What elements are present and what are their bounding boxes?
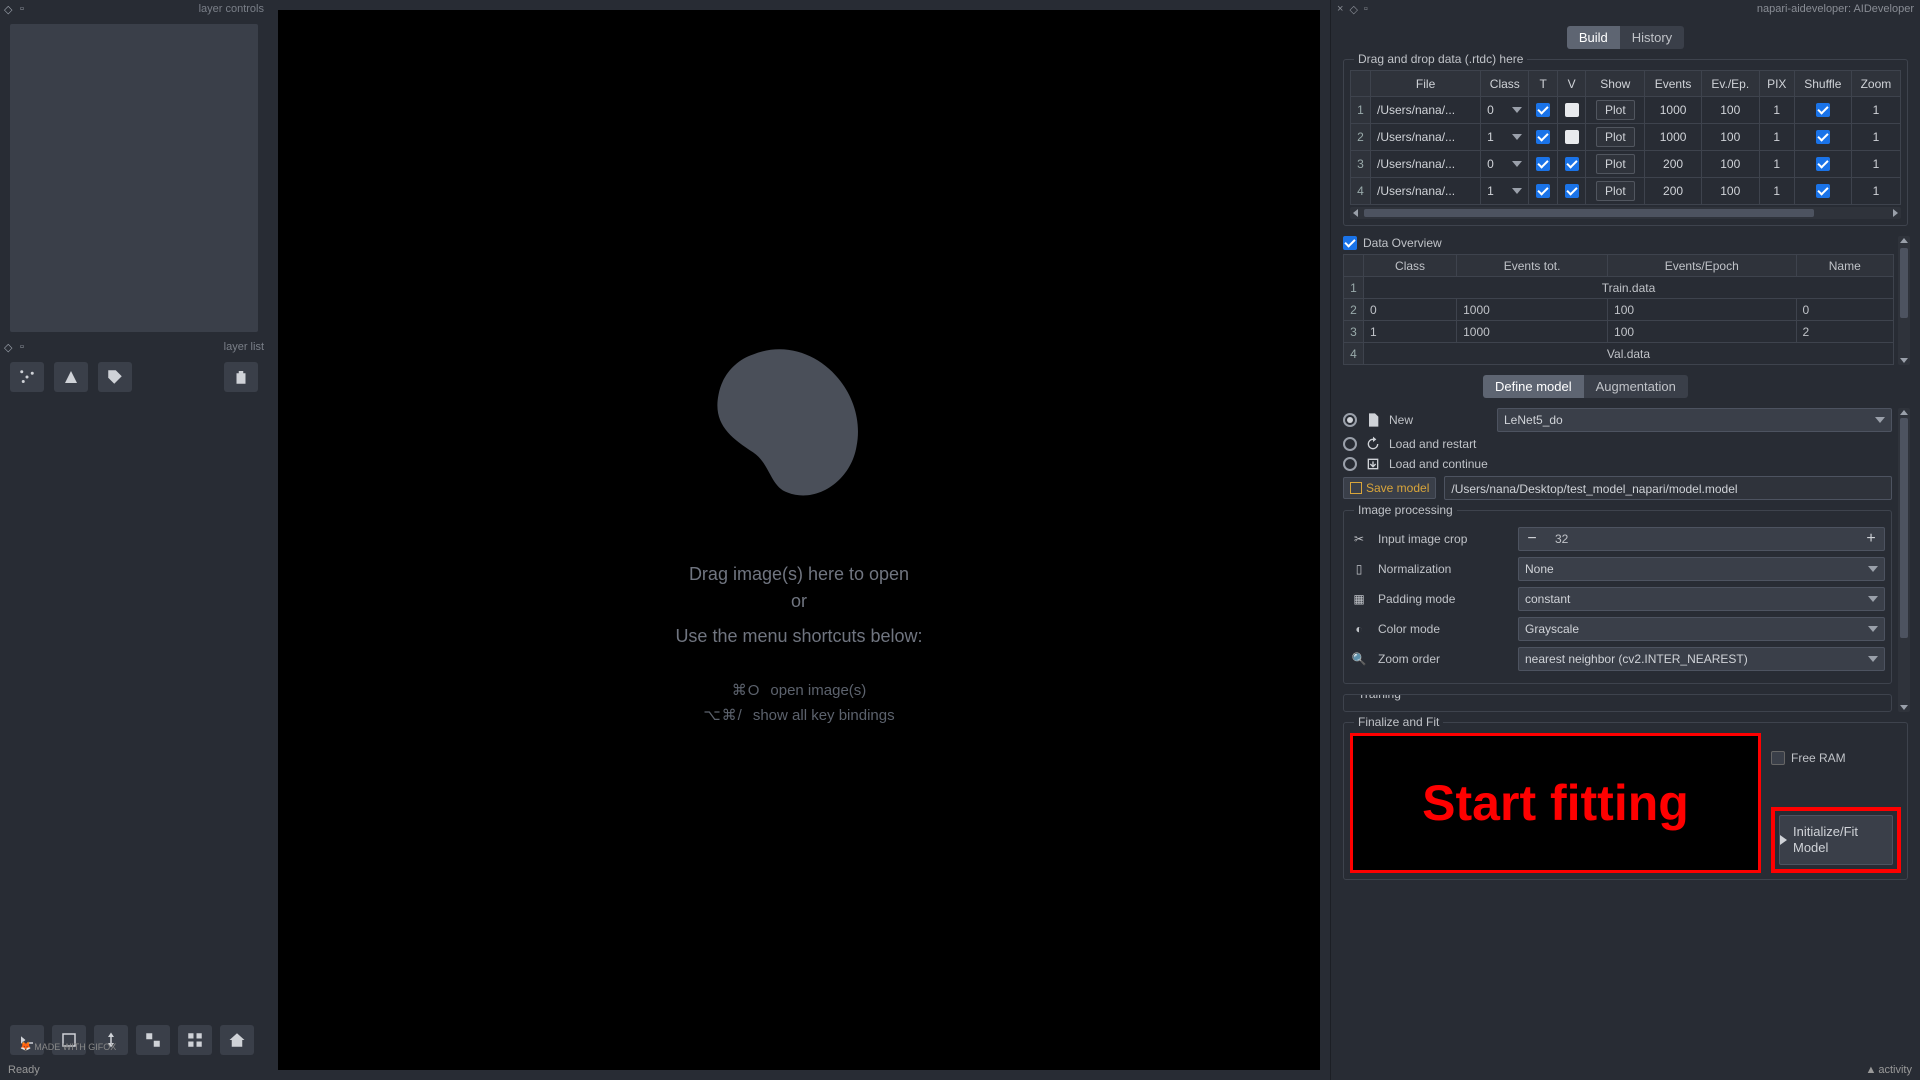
layer-list-titlebar: ◇ ▫ layer list [0, 338, 268, 356]
status-text: Ready [8, 1064, 40, 1076]
normalization-dropdown[interactable]: None [1518, 557, 1885, 581]
plugin-titlebar: × ◇ ▫ napari-aideveloper: AIDeveloper [1331, 0, 1920, 18]
data-files-table[interactable]: FileClassTVShowEventsEv./Ep.PIXShuffleZo… [1350, 70, 1901, 205]
train-checkbox[interactable] [1536, 103, 1550, 117]
data-table-hscrollbar[interactable] [1350, 207, 1901, 219]
group-image-processing: Image processing ✂ Input image crop − 32… [1343, 510, 1892, 684]
layer-list[interactable] [10, 400, 258, 1074]
padding-dropdown[interactable]: constant [1518, 587, 1885, 611]
shuffle-checkbox[interactable] [1816, 103, 1830, 117]
layer-controls-title: layer controls [199, 3, 264, 15]
made-with-gifox: 🦊MADE WITH GIFOX [20, 1041, 116, 1052]
zoom-icon: 🔍 [1350, 652, 1368, 666]
new-labels-button[interactable] [98, 362, 132, 392]
train-checkbox[interactable] [1536, 184, 1550, 198]
new-model-label: New [1389, 413, 1489, 427]
radio-load-restart[interactable] [1343, 437, 1357, 451]
valid-checkbox[interactable] [1565, 184, 1579, 198]
table-row[interactable]: 2 /Users/nana/... 1 Plot 10001001 1 [1351, 124, 1901, 151]
valid-checkbox[interactable] [1565, 103, 1579, 117]
zoomorder-dropdown[interactable]: nearest neighbor (cv2.INTER_NEAREST) [1518, 647, 1885, 671]
radio-new-model[interactable] [1343, 413, 1357, 427]
data-overview-label: Data Overview [1363, 236, 1442, 250]
table-row[interactable]: 3 /Users/nana/... 0 Plot 2001001 1 [1351, 151, 1901, 178]
free-ram-label: Free RAM [1791, 751, 1846, 765]
model-arch-dropdown[interactable]: LeNet5_do [1497, 408, 1892, 432]
shuffle-checkbox[interactable] [1816, 157, 1830, 171]
napari-logo [684, 320, 914, 550]
home-button[interactable] [220, 1025, 254, 1055]
start-fitting-annotation: Start fitting [1350, 733, 1761, 873]
reload-icon [1365, 436, 1381, 452]
crop-minus-button[interactable]: − [1519, 529, 1545, 549]
layer-controls-body [10, 24, 258, 332]
group-training: Training [1343, 694, 1892, 712]
valid-checkbox[interactable] [1565, 130, 1579, 144]
table-row[interactable]: 1 /Users/nana/... 0 Plot 10001001 1 [1351, 97, 1901, 124]
canvas-placeholder-text: Drag image(s) here to open or Use the me… [675, 561, 922, 729]
shuffle-checkbox[interactable] [1816, 184, 1830, 198]
radio-load-continue[interactable] [1343, 457, 1357, 471]
grid-button[interactable] [178, 1025, 212, 1055]
train-checkbox[interactable] [1536, 157, 1550, 171]
new-shapes-button[interactable] [54, 362, 88, 392]
tab-augmentation[interactable]: Augmentation [1584, 375, 1688, 398]
table-row[interactable]: 4 /Users/nana/... 1 Plot 2001001 1 [1351, 178, 1901, 205]
padding-icon: ▦ [1350, 592, 1368, 606]
train-checkbox[interactable] [1536, 130, 1550, 144]
expand-icon[interactable]: ▫ [20, 3, 32, 15]
save-model-button[interactable]: Save model [1343, 477, 1436, 499]
group-finalize-fit: Finalize and Fit Start fitting Free RAM [1343, 722, 1908, 880]
data-overview-table[interactable]: ClassEvents tot.Events/EpochName 1Train.… [1343, 254, 1894, 365]
activity-button[interactable]: ▲activity [1865, 1064, 1912, 1076]
plot-button[interactable]: Plot [1596, 127, 1635, 147]
colormode-dropdown[interactable]: Grayscale [1518, 617, 1885, 641]
crop-icon: ✂ [1350, 532, 1368, 546]
new-points-button[interactable] [10, 362, 44, 392]
detach-icon[interactable]: ◇ [4, 341, 16, 353]
plugin-title: napari-aideveloper: AIDeveloper [1757, 3, 1914, 15]
transpose-button[interactable] [136, 1025, 170, 1055]
crop-spinbox[interactable]: − 32 + [1518, 527, 1885, 551]
group-drag-drop-data: Drag and drop data (.rtdc) here FileClas… [1343, 59, 1908, 226]
overview-vscrollbar[interactable] [1898, 236, 1910, 365]
detach-icon[interactable]: ◇ [1349, 3, 1357, 16]
init-button-highlight: Initialize/Fit Model [1771, 807, 1901, 873]
model-panel-vscrollbar[interactable] [1898, 408, 1910, 712]
normalize-icon: ▯ [1350, 562, 1368, 576]
load-continue-label: Load and continue [1389, 457, 1488, 471]
load-restart-label: Load and restart [1389, 437, 1476, 451]
crop-plus-button[interactable]: + [1858, 529, 1884, 549]
tab-define-model[interactable]: Define model [1483, 375, 1584, 398]
save-icon [1350, 482, 1362, 494]
plot-button[interactable]: Plot [1596, 100, 1635, 120]
delete-layer-button[interactable] [224, 362, 258, 392]
layer-list-title: layer list [224, 341, 264, 353]
initialize-fit-button[interactable]: Initialize/Fit Model [1779, 815, 1893, 865]
model-path-input[interactable]: /Users/nana/Desktop/test_model_napari/mo… [1444, 476, 1892, 500]
free-ram-checkbox[interactable] [1771, 751, 1785, 765]
table-row: 3110001002 [1344, 321, 1894, 343]
layer-controls-titlebar: ◇ ▫ layer controls [0, 0, 268, 18]
viewer-canvas[interactable]: Drag image(s) here to open or Use the me… [278, 10, 1320, 1070]
shuffle-checkbox[interactable] [1816, 130, 1830, 144]
valid-checkbox[interactable] [1565, 157, 1579, 171]
data-overview-checkbox[interactable] [1343, 236, 1357, 250]
tab-history[interactable]: History [1620, 26, 1684, 49]
plot-button[interactable]: Plot [1596, 154, 1635, 174]
tab-build[interactable]: Build [1567, 26, 1620, 49]
plot-button[interactable]: Plot [1596, 181, 1635, 201]
expand-icon[interactable]: ▫ [1364, 3, 1368, 15]
file-icon [1365, 412, 1381, 428]
detach-icon[interactable]: ◇ [4, 3, 16, 15]
expand-icon[interactable]: ▫ [20, 341, 32, 353]
close-icon[interactable]: × [1337, 3, 1343, 15]
color-icon: ◐ [1350, 622, 1368, 636]
table-row: 2010001000 [1344, 299, 1894, 321]
import-icon [1365, 456, 1381, 472]
play-icon [1780, 835, 1787, 845]
